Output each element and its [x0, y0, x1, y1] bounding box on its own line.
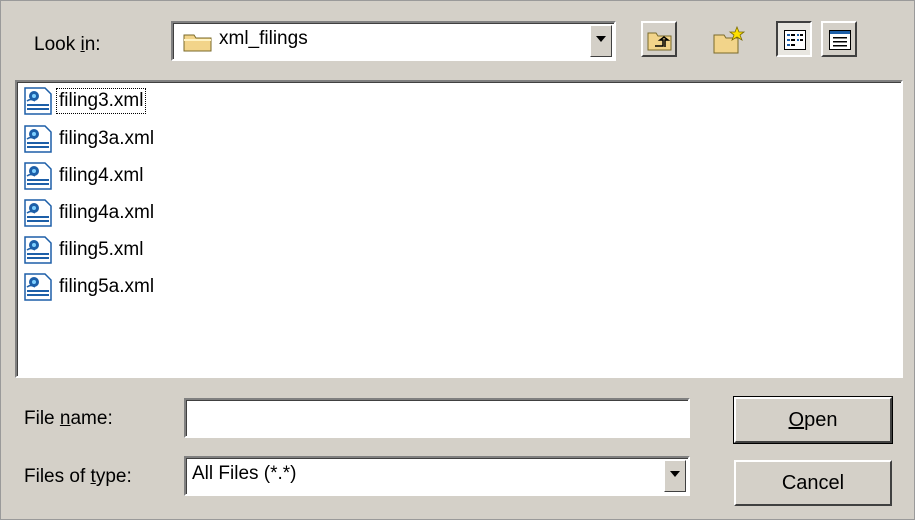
xml-file-icon	[23, 87, 53, 115]
file-type-label: Files of type:	[24, 466, 132, 487]
look-in-dropdown-arrow[interactable]	[590, 25, 612, 57]
up-folder-icon	[647, 29, 673, 57]
xml-file-icon	[23, 199, 53, 227]
list-item[interactable]: filing5.xml	[23, 235, 145, 265]
file-name: filing4.xml	[59, 165, 144, 186]
look-in-value: xml_filings	[219, 28, 308, 49]
list-item[interactable]: filing4a.xml	[23, 198, 156, 228]
file-type-value: All Files (*.*)	[192, 463, 297, 484]
file-type-dropdown[interactable]: All Files (*.*)	[184, 456, 690, 496]
file-name-input[interactable]	[184, 398, 690, 438]
xml-file-icon	[23, 125, 53, 153]
list-item[interactable]: filing5a.xml	[23, 272, 156, 302]
file-type-dropdown-arrow[interactable]	[664, 460, 686, 492]
file-name: filing3a.xml	[59, 128, 155, 149]
look-in-label: Look in:	[34, 34, 101, 55]
list-view-icon	[784, 30, 806, 56]
file-name-label: File name:	[24, 408, 113, 429]
look-in-dropdown[interactable]: xml_filings	[171, 21, 616, 61]
file-name: filing5.xml	[59, 239, 144, 260]
new-folder-button[interactable]	[709, 21, 746, 57]
xml-file-icon	[23, 236, 53, 264]
cancel-button[interactable]: Cancel	[734, 460, 892, 506]
up-one-level-button[interactable]	[641, 21, 677, 57]
open-file-dialog: Look in: xml_filings filing3.xml filing3…	[0, 0, 915, 520]
open-button[interactable]: Open	[733, 396, 893, 444]
details-view-button[interactable]	[821, 21, 857, 57]
file-name: filing5a.xml	[59, 276, 155, 297]
list-view-button[interactable]	[776, 21, 812, 57]
file-list[interactable]: filing3.xml filing3a.xml filing4.xml fil…	[15, 80, 903, 378]
details-view-icon	[829, 30, 851, 56]
list-item[interactable]: filing4.xml	[23, 161, 145, 191]
list-item[interactable]: filing3a.xml	[23, 124, 156, 154]
file-name: filing4a.xml	[59, 202, 155, 223]
new-folder-icon	[713, 25, 746, 61]
xml-file-icon	[23, 162, 53, 190]
file-name: filing3.xml	[55, 88, 147, 114]
list-item[interactable]: filing3.xml	[23, 86, 147, 116]
folder-icon	[183, 30, 213, 58]
xml-file-icon	[23, 273, 53, 301]
